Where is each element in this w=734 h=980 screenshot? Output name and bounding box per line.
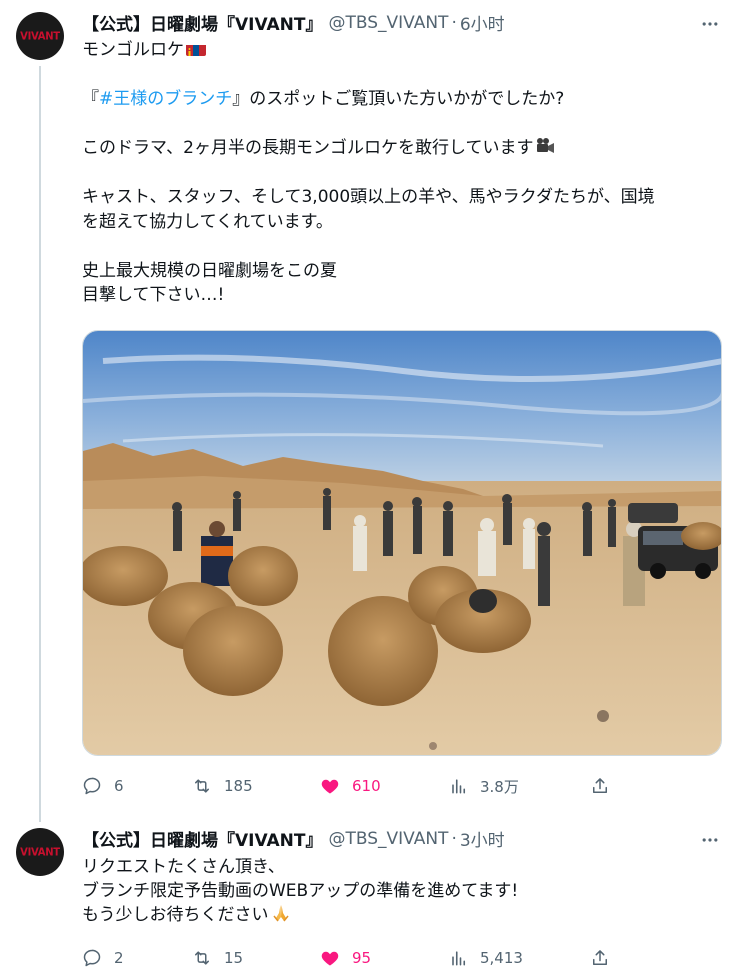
retweet-button[interactable]: 185 [192, 771, 253, 801]
mongolia-flag-icon [186, 42, 206, 56]
tweet-1[interactable]: VIVANT 【公式】日曜劇場『VIVANT』 @TBS_VIVANT · 6小… [0, 0, 734, 822]
display-name[interactable]: 【公式】日曜劇場『VIVANT』 [82, 826, 322, 851]
text-line: このドラマ、2ヶ月半の長期モンゴルロケを敢行しています [82, 136, 722, 161]
heart-filled-icon [321, 779, 339, 794]
text-line: リクエストたくさん頂き、 [82, 857, 285, 877]
tweet-header: 【公式】日曜劇場『VIVANT』 @TBS_VIVANT · 3小时 [82, 826, 505, 852]
avatar[interactable]: VIVANT [16, 828, 64, 876]
retweet-button[interactable]: 15 [192, 943, 243, 973]
heart-filled-icon [321, 951, 339, 966]
text-line: 『#王様のブランチ』のスポットご覧頂いた方いかがでしたか? [82, 89, 565, 109]
retweet-icon [195, 779, 209, 793]
more-options-icon[interactable] [698, 828, 722, 852]
views-button[interactable]: 3.8万 [448, 771, 519, 801]
tweet-text: モンゴルロケ 『#王様のブランチ』のスポットご覧頂いた方いかがでしたか? このド… [82, 38, 722, 308]
avatar-logo-text: VIVANT [20, 845, 60, 859]
user-handle[interactable]: @TBS_VIVANT [328, 13, 448, 33]
reply-button[interactable]: 6 [82, 771, 124, 801]
text-line: もう少しお待ちください [82, 903, 722, 927]
avatar[interactable]: VIVANT [16, 12, 64, 60]
timestamp[interactable]: 3小时 [460, 826, 505, 851]
timestamp[interactable]: 6小时 [460, 10, 505, 35]
like-count: 610 [352, 777, 381, 795]
analytics-icon [452, 779, 466, 794]
reply-count: 2 [114, 949, 124, 967]
share-icon [593, 778, 607, 793]
view-count: 3.8万 [480, 777, 519, 796]
text-line: 目撃して下さい…! [82, 285, 225, 305]
like-button[interactable]: 95 [320, 943, 371, 973]
reply-icon [83, 949, 101, 967]
text-line: ブランチ限定予告動画のWEBアップの準備を進めてます! [82, 881, 519, 901]
view-count: 5,413 [480, 949, 523, 967]
text-line: を超えて協力してくれています。 [82, 211, 333, 232]
reply-icon [83, 777, 101, 795]
share-icon [593, 950, 607, 965]
tweet-photo[interactable] [82, 330, 722, 756]
share-button[interactable] [590, 943, 610, 973]
retweet-count: 185 [224, 777, 253, 795]
views-button[interactable]: 5,413 [448, 943, 523, 973]
reply-count: 6 [114, 777, 124, 795]
avatar-logo-text: VIVANT [20, 29, 60, 43]
text-line: モンゴルロケ [82, 38, 722, 63]
movie-camera-icon [535, 137, 555, 155]
more-options-icon[interactable] [698, 12, 722, 36]
retweet-icon [195, 951, 209, 965]
tweet-actions: 2 15 95 5,413 [82, 943, 622, 973]
display-name[interactable]: 【公式】日曜劇場『VIVANT』 [82, 10, 322, 35]
separator-dot: · [451, 828, 457, 849]
tweet-2[interactable]: VIVANT 【公式】日曜劇場『VIVANT』 @TBS_VIVANT · 3小… [0, 815, 734, 980]
tweet-actions: 6 185 610 3.8万 [82, 771, 622, 801]
folded-hands-icon [271, 904, 291, 922]
retweet-count: 15 [224, 949, 244, 967]
share-button[interactable] [590, 771, 610, 801]
like-count: 95 [352, 949, 372, 967]
analytics-icon [452, 951, 466, 966]
text-line: キャスト、スタッフ、そして3,000頭以上の羊や、馬やラクダたちが、国境 [82, 187, 655, 207]
text-line: 史上最大規模の日曜劇場をこの夏 [82, 260, 337, 281]
like-button[interactable]: 610 [320, 771, 381, 801]
separator-dot: · [451, 12, 457, 33]
user-handle[interactable]: @TBS_VIVANT [328, 829, 448, 849]
hashtag-link[interactable]: #王様のブランチ [99, 89, 232, 109]
reply-button[interactable]: 2 [82, 943, 124, 973]
tweet-header: 【公式】日曜劇場『VIVANT』 @TBS_VIVANT · 6小时 [82, 10, 505, 36]
tweet-text: リクエストたくさん頂き、 ブランチ限定予告動画のWEBアップの準備を進めてます!… [82, 855, 722, 927]
thread-connector-line [39, 66, 41, 822]
